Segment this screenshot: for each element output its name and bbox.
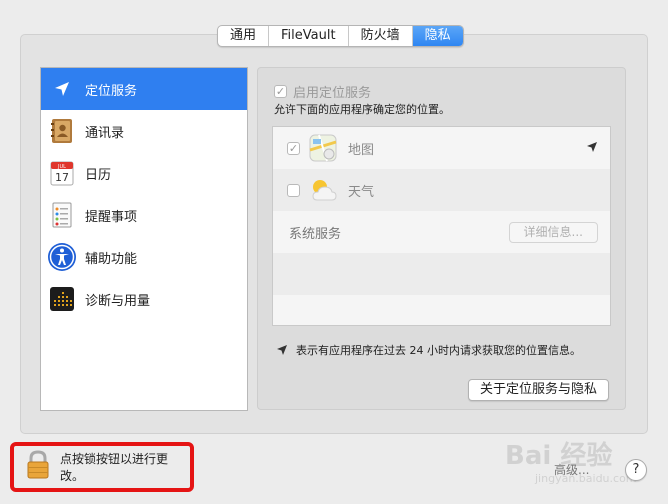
tab-bar: 通用 FileVault 防火墙 隐私 xyxy=(217,25,464,47)
reminders-icon xyxy=(47,200,77,230)
system-services-label: 系统服务 xyxy=(289,226,342,242)
calendar-icon: JUL 17 xyxy=(47,158,77,188)
app-name: 地图 xyxy=(348,142,375,158)
diagnostics-icon xyxy=(47,284,77,314)
list-item-weather[interactable]: 天气 xyxy=(273,169,610,211)
sidebar-item-label: 通讯录 xyxy=(85,125,125,141)
legend-text: 表示有应用程序在过去 24 小时内请求获取您的位置信息。 xyxy=(296,344,581,357)
recent-location-arrow-icon xyxy=(586,141,598,157)
empty-row xyxy=(273,253,610,295)
location-legend: 表示有应用程序在过去 24 小时内请求获取您的位置信息。 xyxy=(276,342,581,358)
sidebar-item-location-services[interactable]: 定位服务 xyxy=(41,68,247,110)
lock-instruction-text: 点按锁按钮以进行更改。 xyxy=(60,452,169,483)
enable-location-checkbox[interactable]: ✓ 启用定位服务 xyxy=(274,82,371,101)
details-button[interactable]: 详细信息... xyxy=(508,222,598,243)
tab-general[interactable]: 通用 xyxy=(218,26,270,46)
checkmark-icon: ✓ xyxy=(274,85,287,98)
list-item-system-services: 系统服务 详细信息... xyxy=(273,211,610,253)
tab-filevault[interactable]: FileVault xyxy=(269,26,349,46)
privacy-sidebar: 定位服务 通讯录 JUL 17 日历 提醒事项 辅助功能 诊断与用量 xyxy=(40,67,248,411)
lock-area-highlight: 点按锁按钮以进行更改。 xyxy=(10,442,194,492)
sidebar-item-reminders[interactable]: 提醒事项 xyxy=(41,194,247,236)
app-name: 天气 xyxy=(348,184,375,200)
weather-checkbox[interactable] xyxy=(287,183,300,197)
location-description: 允许下面的应用程序确定您的位置。 xyxy=(274,103,450,116)
sidebar-item-label: 诊断与用量 xyxy=(85,293,151,309)
app-list: ✓ 地图 天气 系统服务 详细信息... xyxy=(272,126,611,326)
location-services-pane: ✓ 启用定位服务 允许下面的应用程序确定您的位置。 ✓ 地图 天气 系统服务 详… xyxy=(257,67,626,410)
svg-text:JUL: JUL xyxy=(57,164,66,170)
tab-firewall[interactable]: 防火墙 xyxy=(349,26,413,46)
list-item-maps[interactable]: ✓ 地图 xyxy=(273,127,610,169)
about-location-privacy-button[interactable]: 关于定位服务与隐私 xyxy=(467,379,609,401)
maps-checkbox[interactable]: ✓ xyxy=(287,141,300,155)
accessibility-icon xyxy=(47,242,77,272)
sidebar-item-label: 定位服务 xyxy=(85,83,138,99)
sidebar-item-label: 日历 xyxy=(85,167,112,183)
tab-privacy[interactable]: 隐私 xyxy=(412,26,463,46)
advanced-button[interactable]: 高级... xyxy=(554,461,589,478)
enable-location-label: 启用定位服务 xyxy=(293,86,372,101)
sidebar-item-contacts[interactable]: 通讯录 xyxy=(41,110,247,152)
location-arrow-icon xyxy=(277,345,287,355)
location-arrow-icon xyxy=(47,74,77,104)
sidebar-item-accessibility[interactable]: 辅助功能 xyxy=(41,236,247,278)
maps-icon xyxy=(306,131,340,165)
help-button[interactable]: ? xyxy=(625,459,647,481)
sidebar-item-label: 提醒事项 xyxy=(85,209,138,225)
lock-icon[interactable] xyxy=(26,450,50,484)
sidebar-item-label: 辅助功能 xyxy=(85,251,138,267)
sidebar-item-diagnostics[interactable]: 诊断与用量 xyxy=(41,278,247,320)
svg-text:17: 17 xyxy=(55,171,69,184)
weather-icon xyxy=(306,173,340,207)
sidebar-item-calendar[interactable]: JUL 17 日历 xyxy=(41,152,247,194)
contacts-book-icon xyxy=(47,116,77,146)
